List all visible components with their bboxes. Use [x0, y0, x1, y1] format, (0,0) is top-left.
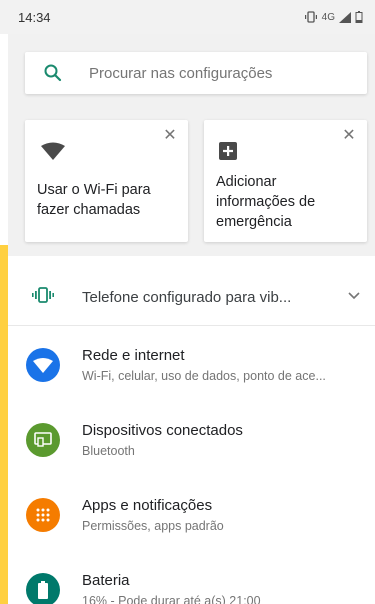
item-title: Bateria	[82, 572, 130, 589]
apps-notifications-item[interactable]: Apps e notificações Permissões, apps pad…	[8, 476, 375, 551]
close-icon[interactable]: ✕	[341, 128, 357, 144]
network-settings-item[interactable]: Rede e internet Wi-Fi, celular, uso de d…	[8, 326, 375, 401]
wifi-icon	[41, 142, 65, 160]
card-text: Usar o Wi-Fi para fazer chamadas	[37, 182, 151, 218]
network-icon	[26, 348, 60, 382]
item-subtitle: Permissões, apps padrão	[82, 519, 224, 533]
battery-icon	[26, 573, 60, 604]
item-subtitle: 16% - Pode durar até a(s) 21:00	[82, 594, 261, 604]
item-title: Dispositivos conectados	[82, 422, 243, 439]
card-text: Adicionar informações de emergência	[216, 174, 316, 230]
vibrate-status-icon	[304, 11, 317, 23]
connected-devices-item[interactable]: Dispositivos conectados Bluetooth	[8, 401, 375, 476]
search-bar[interactable]	[25, 52, 367, 94]
vibrate-condition-row[interactable]: Telefone configurado para vib...	[8, 262, 375, 326]
wifi-calling-card[interactable]: ✕ Usar o Wi-Fi para fazer chamadas	[25, 120, 188, 242]
add-box-icon	[219, 142, 237, 160]
header-area: ✕ Usar o Wi-Fi para fazer chamadas ✕ Adi…	[8, 34, 375, 256]
devices-icon	[26, 423, 60, 457]
status-icons: 4G	[304, 11, 363, 23]
network-type: 4G	[321, 11, 335, 23]
signal-icon	[339, 11, 351, 23]
battery-icon	[355, 11, 363, 23]
item-title: Rede e internet	[82, 347, 185, 364]
status-bar: 14:34 4G	[0, 0, 375, 34]
search-icon	[44, 64, 62, 82]
condition-label: Telefone configurado para vib...	[82, 289, 292, 306]
close-icon[interactable]: ✕	[162, 128, 178, 144]
accent-bar	[0, 245, 8, 604]
vibrate-icon	[32, 287, 54, 303]
item-subtitle: Bluetooth	[82, 444, 135, 458]
item-subtitle: Wi-Fi, celular, uso de dados, ponto de a…	[82, 369, 326, 383]
item-title: Apps e notificações	[82, 497, 213, 514]
chevron-down-icon[interactable]	[348, 292, 360, 300]
apps-icon	[26, 498, 60, 532]
battery-settings-item[interactable]: Bateria 16% - Pode durar até a(s) 21:00	[8, 551, 375, 604]
status-time: 14:34	[18, 9, 51, 25]
settings-list: Rede e internet Wi-Fi, celular, uso de d…	[8, 326, 375, 604]
search-input[interactable]	[89, 64, 349, 82]
emergency-info-card[interactable]: ✕ Adicionar informações de emergência	[204, 120, 367, 242]
